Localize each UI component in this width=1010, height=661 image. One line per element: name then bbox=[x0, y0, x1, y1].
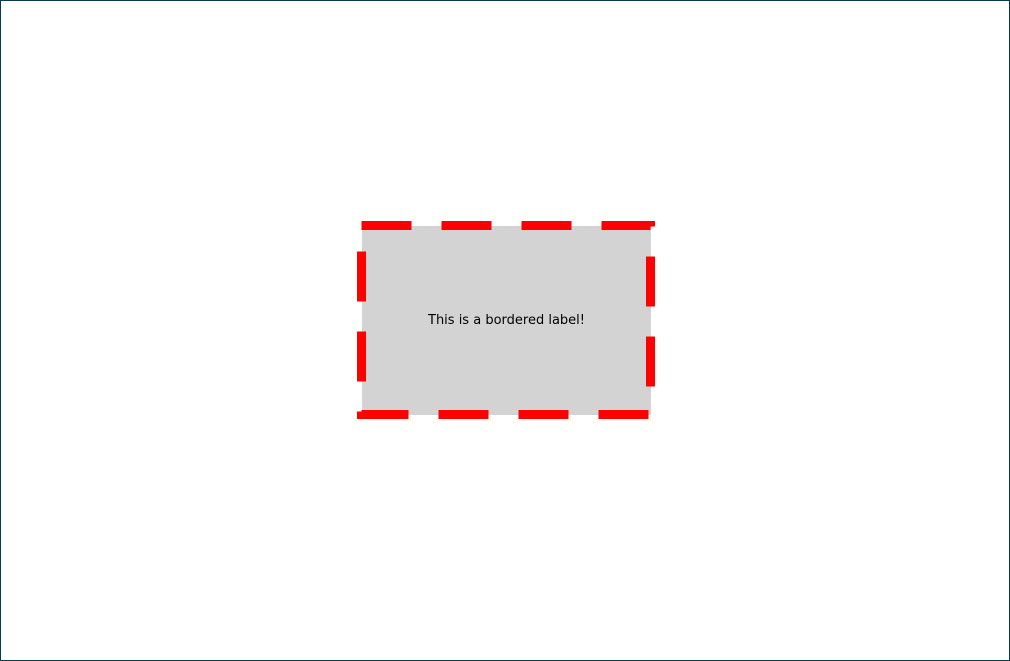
app-window: This is a bordered label! bbox=[0, 0, 1010, 661]
bordered-label: This is a bordered label! bbox=[357, 221, 655, 420]
label-text: This is a bordered label! bbox=[428, 313, 585, 328]
